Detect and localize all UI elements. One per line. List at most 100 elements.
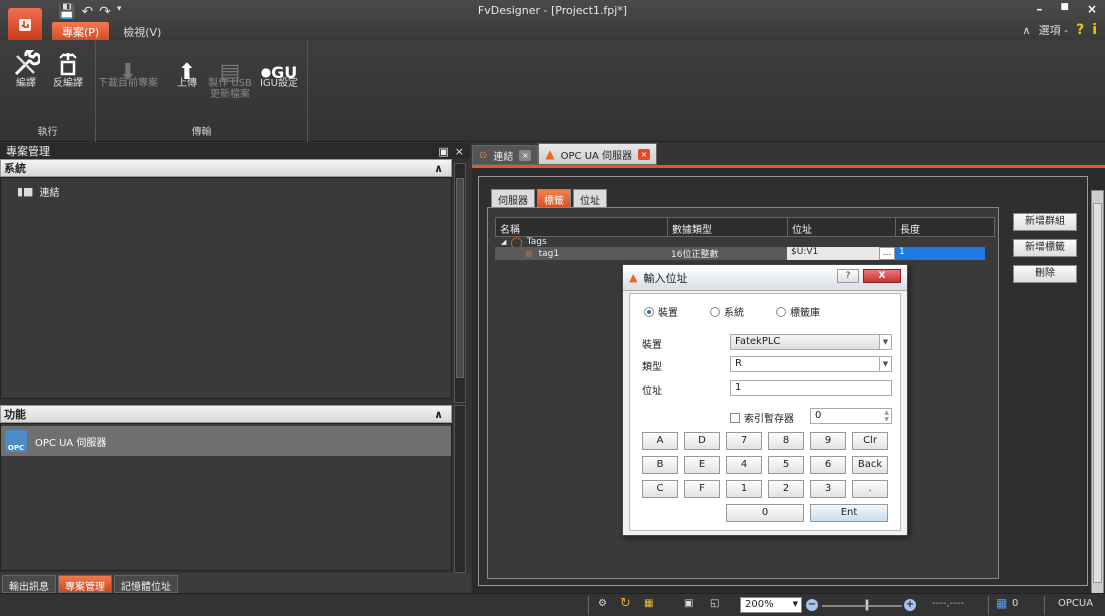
radio-system[interactable]: 系統 — [710, 304, 744, 319]
tag-length-cell[interactable]: 1 — [895, 247, 985, 260]
key-dot[interactable]: . — [852, 480, 888, 498]
expand-icon[interactable]: ◢ — [501, 238, 506, 246]
function-section-header[interactable]: 功能 ∧ — [0, 405, 452, 423]
collapse-ribbon-button[interactable]: ∧ — [1023, 24, 1031, 37]
spinner-icon[interactable]: ▲ ▼ — [884, 409, 889, 423]
key-8[interactable]: 8 — [768, 432, 804, 450]
radio-tag-library[interactable]: 標籤庫 — [776, 304, 820, 319]
key-7[interactable]: 7 — [726, 432, 762, 450]
key-c[interactable]: C — [642, 480, 678, 498]
make-usb-update-button[interactable]: ▤ 製作 USB 更新檔案 — [206, 44, 254, 101]
left-panel-scrollbar[interactable] — [454, 163, 466, 403]
scroll-thumb[interactable] — [456, 178, 464, 378]
pointer-settings-icon[interactable]: ⚙ — [598, 598, 607, 609]
tag-address-cell[interactable]: $U:V1 — [787, 247, 879, 260]
key-9[interactable]: 9 — [810, 432, 846, 450]
doc-tab-opcua[interactable]: ▲ OPC UA 伺服器 × — [538, 143, 658, 165]
radio-selected-icon — [644, 306, 654, 317]
key-4[interactable]: 4 — [726, 456, 762, 474]
key-5[interactable]: 5 — [768, 456, 804, 474]
float-panel-icon[interactable]: ▣ — [438, 145, 448, 158]
column-length[interactable]: 長度 — [896, 218, 994, 236]
key-back[interactable]: Back — [852, 456, 888, 474]
zoom-out-button[interactable]: − — [806, 599, 818, 611]
side-button-panel: 新增群組 新增標籤 刪除 — [1003, 207, 1087, 283]
tab-output[interactable]: 輸出訊息 — [2, 575, 56, 593]
zoom-in-button[interactable]: + — [904, 599, 916, 611]
add-group-button[interactable]: 新增群組 — [1013, 213, 1077, 231]
divider — [1044, 596, 1045, 615]
scroll-thumb[interactable] — [1093, 203, 1102, 583]
compile-button[interactable]: 編譯 — [6, 44, 46, 89]
tag-type-cell[interactable]: 16位正整數 — [667, 247, 787, 260]
key-f[interactable]: F — [684, 480, 720, 498]
key-e[interactable]: E — [684, 456, 720, 474]
zoom-slider-thumb[interactable] — [865, 599, 869, 611]
device-select[interactable]: FatekPLC ▼ — [730, 334, 892, 350]
add-tag-button[interactable]: 新增標籤 — [1013, 239, 1077, 257]
ribbon-group-transfer: ⬇ 下載目前專案 ⬆ 上傳 ▤ 製作 USB 更新檔案 ● GU IGU設定 傳輸 — [96, 40, 308, 142]
address-input[interactable]: 1 — [730, 380, 892, 396]
ribbon-tab-project[interactable]: 專案(P) — [52, 22, 110, 42]
tree-item-link[interactable]: ▮■ 連結 — [1, 178, 451, 199]
key-clr[interactable]: Clr — [852, 432, 888, 450]
doc-tab-link[interactable]: ⊙ 連結 × — [472, 145, 539, 165]
radio-device[interactable]: 裝置 — [644, 304, 678, 319]
index-register-input[interactable]: 0 ▲ ▼ — [810, 408, 892, 424]
ribbon-tab-view[interactable]: 檢視(V) — [113, 22, 171, 42]
key-2[interactable]: 2 — [768, 480, 804, 498]
maximize-button[interactable]: ■ — [1060, 2, 1069, 16]
key-3[interactable]: 3 — [810, 480, 846, 498]
key-a[interactable]: A — [642, 432, 678, 450]
project-manager-header: 專案管理 ▣ × — [0, 143, 470, 159]
actual-size-icon[interactable]: ▣ — [684, 598, 693, 609]
download-project-button[interactable]: ⬇ 下載目前專案 — [98, 44, 158, 90]
close-panel-icon[interactable]: × — [455, 145, 464, 158]
key-enter[interactable]: Ent — [810, 504, 888, 522]
table-row[interactable]: ■ tag1 16位正整數 $U:V1 ... 1 — [495, 247, 995, 260]
key-d[interactable]: D — [684, 432, 720, 450]
function-scrollbar[interactable] — [454, 405, 466, 573]
column-name[interactable]: 名稱 — [496, 218, 668, 236]
address-browse-button[interactable]: ... — [879, 247, 895, 260]
tab-memory-address[interactable]: 記憶體位址 — [114, 575, 178, 593]
tab-project-manager[interactable]: 專案管理 — [58, 575, 112, 593]
close-tab-icon[interactable]: × — [519, 149, 532, 161]
key-0[interactable]: 0 — [726, 504, 804, 522]
index-register-checkbox[interactable]: 索引暫存器 — [730, 410, 794, 425]
dialog-body: 裝置 系統 標籤庫 裝置 FatekPLC ▼ 類型 R ▼ 位址 1 索引暫存… — [629, 293, 901, 531]
snap-icon[interactable]: ↻ — [620, 596, 631, 611]
fit-window-icon[interactable]: ◱ — [710, 598, 719, 609]
tree-row-tags[interactable]: ◢ ◯ Tags — [495, 236, 995, 249]
grid-snap-icon[interactable]: ▦ — [644, 598, 653, 609]
dialog-close-button[interactable]: X — [863, 269, 901, 283]
key-6[interactable]: 6 — [810, 456, 846, 474]
zoom-select[interactable]: 200% ▼ — [740, 597, 802, 613]
source-radio-group: 裝置 系統 標籤庫 — [644, 304, 820, 319]
key-b[interactable]: B — [642, 456, 678, 474]
close-tab-icon[interactable]: × — [638, 148, 651, 160]
document-scrollbar[interactable] — [1091, 190, 1104, 596]
close-button[interactable]: × — [1087, 2, 1097, 16]
info-icon[interactable]: i — [1092, 22, 1097, 38]
function-section-body: OPC OPC UA 伺服器 — [0, 423, 452, 571]
system-section-header[interactable]: 系統 ∧ — [0, 159, 452, 177]
hand-pointer-icon — [19, 19, 31, 31]
type-label: 類型 — [642, 362, 662, 373]
minimize-button[interactable]: – — [1036, 2, 1042, 16]
column-address[interactable]: 位址 — [788, 218, 896, 236]
delete-button[interactable]: 刪除 — [1013, 265, 1077, 283]
function-item-opcua[interactable]: OPC OPC UA 伺服器 — [1, 426, 451, 456]
zoom-slider[interactable] — [822, 605, 902, 607]
decompile-button[interactable]: 反編譯 — [48, 44, 88, 89]
options-menu[interactable]: 選項 - — [1039, 22, 1068, 38]
igu-settings-button[interactable]: ● GU IGU設定 — [256, 44, 302, 90]
tag-grid-header: 名稱 數據類型 位址 長度 — [495, 217, 995, 237]
help-icon[interactable]: ? — [1076, 22, 1084, 38]
key-1[interactable]: 1 — [726, 480, 762, 498]
dialog-help-button[interactable]: ? — [837, 269, 859, 283]
upload-button[interactable]: ⬆ 上傳 — [172, 44, 202, 90]
opc-icon: ▲ — [629, 271, 638, 284]
type-select[interactable]: R ▼ — [730, 356, 892, 372]
column-data-type[interactable]: 數據類型 — [668, 218, 788, 236]
